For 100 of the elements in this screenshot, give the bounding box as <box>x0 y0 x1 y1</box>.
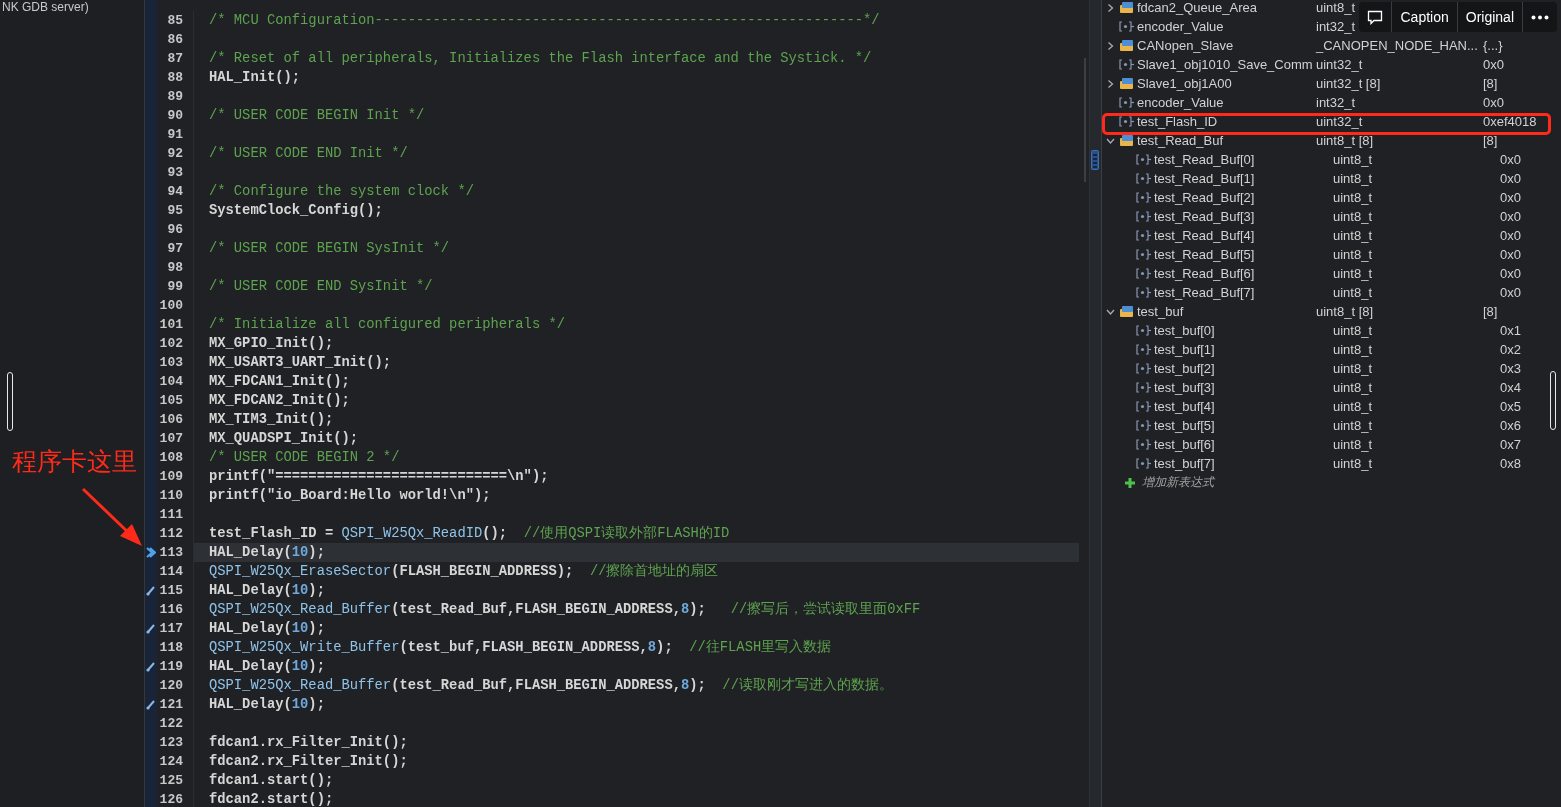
variable-value: 0x7 <box>1500 437 1521 452</box>
variable-icon <box>1136 401 1151 412</box>
code-line: fdcan2.rx_Filter_Init(); <box>209 753 408 771</box>
variable-name: test_Flash_ID <box>1137 114 1218 129</box>
variable-name: Slave1_obj1010_Save_Comm <box>1137 57 1313 72</box>
variable-name: test_buf[4] <box>1154 399 1215 414</box>
variable-icon <box>1136 230 1151 241</box>
scrollbar-thumb[interactable] <box>7 372 13 431</box>
line-number: 124 <box>158 754 183 769</box>
variable-name: Slave1_obj1A00 <box>1137 76 1232 91</box>
panel-text: NK GDB server) <box>2 0 90 14</box>
annotation-arrow <box>80 486 144 548</box>
variable-type: _CANOPEN_NODE_HAN... <box>1316 38 1478 53</box>
line-number: 125 <box>158 773 183 788</box>
code-line: printf("io_Board:Hello world!\n"); <box>209 487 491 505</box>
chevron-down-icon[interactable] <box>1106 307 1115 316</box>
line-number: 108 <box>158 450 183 465</box>
speech-bubble-icon <box>1367 9 1384 25</box>
code-line: /* USER CODE END Init */ <box>209 145 408 163</box>
variable-type: uint8_t [8] <box>1316 133 1374 148</box>
code-line: test_Flash_ID = QSPI_W25Qx_ReadID(); //使用QSPI读取外部FLASH的ID <box>209 524 730 543</box>
folder-icon <box>1119 305 1134 318</box>
line-number: 120 <box>158 678 183 693</box>
code-line: printf("============================\n"); <box>209 468 549 486</box>
line-number: 98 <box>166 260 183 275</box>
variable-type: uint8_t <box>1333 437 1373 452</box>
variable-value: 0x0 <box>1483 95 1504 110</box>
pen-marker-icon[interactable] <box>146 585 156 596</box>
variable-type: uint8_t <box>1333 399 1373 414</box>
variable-name: test_buf[0] <box>1154 323 1215 338</box>
code-line: MX_FDCAN1_Init(); <box>209 373 350 391</box>
variable-value: 0x4 <box>1500 380 1521 395</box>
variable-name: test_Read_Buf[7] <box>1154 285 1255 300</box>
line-number: 99 <box>166 279 183 294</box>
line-number: 110 <box>158 488 183 503</box>
line-number: 104 <box>158 374 183 389</box>
code-line: HAL_Delay(10); <box>209 658 325 676</box>
variable-value: 0x0 <box>1500 285 1521 300</box>
pen-marker-icon[interactable] <box>146 661 156 672</box>
variable-type: uint32_t <box>1316 57 1363 72</box>
annotation-text: 程序卡这里 <box>12 446 137 478</box>
line-number: 105 <box>158 393 183 408</box>
code-line: /* MCU Configuration-----------------------------------------------------------*/ <box>209 12 880 30</box>
code-line: MX_USART3_UART_Init(); <box>209 354 392 372</box>
chevron-right-icon[interactable] <box>1106 3 1115 12</box>
toolbar-button[interactable]: Caption <box>1392 2 1458 32</box>
line-number: 96 <box>166 222 183 237</box>
scrollbar-thumb[interactable] <box>1550 371 1556 430</box>
variable-name: test_Read_Buf[5] <box>1154 247 1255 262</box>
code-line: HAL_Delay(10); <box>209 544 325 562</box>
line-number: 109 <box>158 469 183 484</box>
variable-type: uint8_t <box>1333 323 1373 338</box>
variable-icon <box>1136 458 1151 469</box>
variable-name: test_buf[2] <box>1154 361 1215 376</box>
variable-name: test_Read_Buf[6] <box>1154 266 1255 281</box>
variable-type: uint8_t <box>1333 247 1373 262</box>
variable-value: 0x5 <box>1500 399 1521 414</box>
pen-marker-icon[interactable] <box>146 623 156 634</box>
code-line: /* Reset of all peripherals, Initializes the Flash interface and the Systick. */ <box>209 50 872 68</box>
variable-type: uint32_t <box>1316 114 1363 129</box>
variable-icon <box>1119 116 1134 127</box>
chevron-right-icon[interactable] <box>1106 41 1115 50</box>
variable-icon <box>1119 59 1134 70</box>
variable-value: 0x0 <box>1500 209 1521 224</box>
line-number: 102 <box>158 336 183 351</box>
toolbar-button[interactable]: Original <box>1457 2 1523 32</box>
variable-value: 0x0 <box>1500 266 1521 281</box>
line-number: 89 <box>166 89 183 104</box>
variable-name: encoder_Value <box>1137 95 1224 110</box>
code-line: /* USER CODE BEGIN Init */ <box>209 107 425 125</box>
chevron-right-icon[interactable] <box>1106 79 1115 88</box>
variable-name: test_buf <box>1137 304 1184 319</box>
line-number: 115 <box>158 583 183 598</box>
splitter-handle-icon[interactable] <box>1091 150 1099 170</box>
variable-name: test_Read_Buf[0] <box>1154 152 1255 167</box>
chevron-down-icon[interactable] <box>1106 136 1115 145</box>
folder-icon <box>1119 1 1134 14</box>
variable-value: 0x6 <box>1500 418 1521 433</box>
line-number: 126 <box>158 792 183 807</box>
variable-value: 0x0 <box>1500 247 1521 262</box>
variable-icon <box>1136 439 1151 450</box>
variable-name: test_buf[5] <box>1154 418 1215 433</box>
add-icon[interactable] <box>1124 476 1136 489</box>
line-number: 114 <box>158 564 183 579</box>
line-number: 85 <box>166 13 183 28</box>
variable-value: 0x0 <box>1500 171 1521 186</box>
code-line: SystemClock_Config(); <box>209 202 383 220</box>
code-line: fdcan1.rx_Filter_Init(); <box>209 734 408 752</box>
variable-type: uint8_t <box>1333 456 1373 471</box>
variable-icon <box>1136 287 1151 298</box>
variable-value: 0x0 <box>1500 190 1521 205</box>
variable-value: [8] <box>1483 304 1498 319</box>
code-line: MX_FDCAN2_Init(); <box>209 392 350 410</box>
add-expression-link[interactable]: 增加新表达式 <box>1142 474 1214 491</box>
variable-type: uint8_t <box>1333 380 1373 395</box>
pen-marker-icon[interactable] <box>146 699 156 710</box>
variable-value: 0x3 <box>1500 361 1521 376</box>
code-line: HAL_Init(); <box>209 69 301 87</box>
line-number: 91 <box>166 127 183 142</box>
variable-name: test_buf[6] <box>1154 437 1215 452</box>
